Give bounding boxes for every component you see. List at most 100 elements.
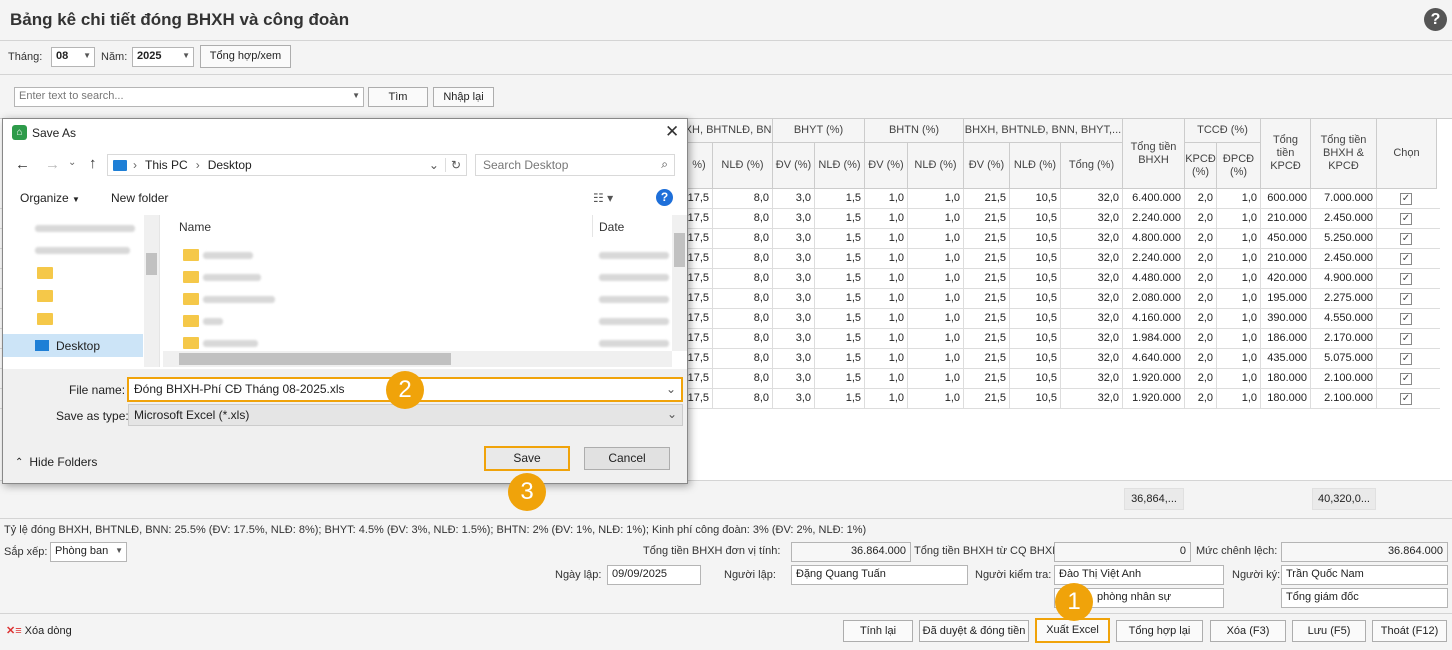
table-cell: 17,5 bbox=[686, 309, 713, 329]
table-cell: 10,5 bbox=[1010, 209, 1061, 229]
list-hscrollbar[interactable] bbox=[163, 351, 672, 367]
reset-button[interactable]: Nhập lại bbox=[433, 87, 494, 107]
export-excel-button[interactable]: Xuất Excel bbox=[1035, 618, 1110, 643]
file-date bbox=[599, 252, 669, 259]
table-cell: 1,0 bbox=[865, 249, 908, 269]
breadcrumb-sep-icon: › bbox=[133, 158, 137, 172]
save-main-button[interactable]: Lưu (F5) bbox=[1292, 620, 1366, 642]
sort-select[interactable]: Phòng ban ▼ bbox=[50, 542, 127, 562]
table-cell: 1,0 bbox=[908, 329, 964, 349]
nav-item[interactable] bbox=[35, 247, 145, 254]
column-name[interactable]: Name bbox=[179, 220, 211, 234]
table-cell: 1,0 bbox=[865, 349, 908, 369]
year-select[interactable]: 2025 ▼ bbox=[132, 47, 194, 67]
table-cell: 8,0 bbox=[713, 389, 773, 409]
view-options-icon[interactable]: ☷ ▾ bbox=[593, 191, 613, 205]
delete-button[interactable]: Xóa (F3) bbox=[1210, 620, 1286, 642]
delete-row-link[interactable]: ✕≡ Xóa dòng bbox=[6, 624, 72, 638]
table-cell: 1.920.000 bbox=[1123, 369, 1185, 389]
chevron-down-icon[interactable]: ⌄ bbox=[68, 157, 76, 168]
column-date[interactable]: Date bbox=[599, 220, 624, 234]
divider bbox=[0, 40, 1452, 41]
back-arrow-icon[interactable]: ← bbox=[15, 156, 30, 173]
scrollbar-thumb[interactable] bbox=[674, 233, 685, 267]
address-bar[interactable]: › This PC › Desktop ⌄ ↻ bbox=[107, 154, 467, 176]
table-cell: 3,0 bbox=[773, 349, 815, 369]
find-button[interactable]: Tìm bbox=[368, 87, 428, 107]
table-cell: 210.000 bbox=[1261, 249, 1311, 269]
chevron-down-icon[interactable]: ⌄ bbox=[429, 158, 439, 172]
month-select[interactable]: 08 ▼ bbox=[51, 47, 95, 67]
date-field[interactable]: 09/09/2025 bbox=[607, 565, 701, 585]
refresh-icon[interactable]: ↻ bbox=[444, 158, 466, 172]
list-vscrollbar[interactable] bbox=[672, 215, 687, 351]
table-cell: 3,0 bbox=[773, 229, 815, 249]
search-desktop-input[interactable]: Search Desktop ⌕ bbox=[475, 154, 675, 176]
table-cell: 450.000 bbox=[1261, 229, 1311, 249]
signer-title-field[interactable]: Tổng giám đốc bbox=[1281, 588, 1448, 608]
table-cell: 4.800.000 bbox=[1123, 229, 1185, 249]
table-cell: 10,5 bbox=[1010, 189, 1061, 209]
file-item[interactable] bbox=[203, 252, 253, 259]
up-arrow-icon[interactable]: ↑ bbox=[89, 155, 97, 172]
summarize-view-button[interactable]: Tổng hợp/xem bbox=[200, 45, 291, 68]
organize-menu[interactable]: Organize ▼ bbox=[20, 191, 80, 205]
help-icon[interactable]: ? bbox=[1424, 8, 1447, 31]
checker-field[interactable]: Đào Thị Việt Anh bbox=[1054, 565, 1224, 585]
file-item[interactable] bbox=[203, 274, 261, 281]
table-cell: 1,0 bbox=[908, 349, 964, 369]
select-checkbox[interactable]: ✓ bbox=[1400, 293, 1412, 305]
exit-button[interactable]: Thoát (F12) bbox=[1372, 620, 1447, 642]
table-cell: 32,0 bbox=[1061, 309, 1123, 329]
save-type-value: Microsoft Excel (*.xls) bbox=[134, 408, 250, 422]
file-item[interactable] bbox=[203, 318, 223, 325]
nav-item[interactable] bbox=[35, 225, 145, 232]
table-cell: 4.900.000 bbox=[1311, 269, 1377, 289]
nav-scrollbar[interactable] bbox=[144, 215, 159, 367]
save-button[interactable]: Save bbox=[484, 446, 570, 471]
approved-paid-button[interactable]: Đã duyệt & đóng tiền bbox=[919, 620, 1029, 642]
search-input[interactable]: Enter text to search... ▼ bbox=[14, 87, 364, 107]
forward-arrow-icon[interactable]: → bbox=[45, 156, 60, 173]
new-folder-button[interactable]: New folder bbox=[111, 191, 168, 205]
recalc-button[interactable]: Tính lại bbox=[843, 620, 913, 642]
breadcrumb-desktop[interactable]: Desktop bbox=[208, 158, 252, 172]
select-checkbox[interactable]: ✓ bbox=[1400, 373, 1412, 385]
breadcrumb-this-pc[interactable]: This PC bbox=[145, 158, 188, 172]
select-checkbox[interactable]: ✓ bbox=[1400, 273, 1412, 285]
table-cell: 10,5 bbox=[1010, 289, 1061, 309]
file-item[interactable] bbox=[203, 296, 275, 303]
header-kpcd: KPCĐ (%) bbox=[1185, 143, 1217, 189]
chevron-down-icon[interactable]: ⌄ bbox=[666, 382, 676, 396]
signer-field[interactable]: Trần Quốc Nam bbox=[1281, 565, 1448, 585]
table-cell: 180.000 bbox=[1261, 389, 1311, 409]
select-checkbox[interactable]: ✓ bbox=[1400, 393, 1412, 405]
select-checkbox[interactable]: ✓ bbox=[1400, 353, 1412, 365]
file-item[interactable] bbox=[203, 340, 258, 347]
hide-folders-toggle[interactable]: ⌃ Hide Folders bbox=[15, 455, 97, 469]
scrollbar-thumb[interactable] bbox=[146, 253, 157, 275]
select-checkbox[interactable]: ✓ bbox=[1400, 253, 1412, 265]
table-cell: 5.250.000 bbox=[1311, 229, 1377, 249]
help-icon[interactable]: ? bbox=[656, 189, 673, 206]
resummarize-button[interactable]: Tổng hợp lại bbox=[1116, 620, 1203, 642]
close-icon[interactable]: ✕ bbox=[665, 122, 679, 142]
table-cell: 2,0 bbox=[1185, 369, 1217, 389]
table-cell: 3,0 bbox=[773, 189, 815, 209]
table-cell: 10,5 bbox=[1010, 269, 1061, 289]
select-checkbox[interactable]: ✓ bbox=[1400, 313, 1412, 325]
select-checkbox[interactable]: ✓ bbox=[1400, 233, 1412, 245]
select-checkbox[interactable]: ✓ bbox=[1400, 333, 1412, 345]
table-cell: 4.640.000 bbox=[1123, 349, 1185, 369]
table-cell: 8,0 bbox=[713, 189, 773, 209]
search-placeholder: Enter text to search... bbox=[19, 90, 124, 102]
chevron-down-icon: ▼ bbox=[352, 91, 360, 100]
agency-total-field[interactable]: 0 bbox=[1054, 542, 1191, 562]
divider bbox=[0, 613, 1452, 614]
select-checkbox[interactable]: ✓ bbox=[1400, 193, 1412, 205]
select-checkbox[interactable]: ✓ bbox=[1400, 213, 1412, 225]
cancel-button[interactable]: Cancel bbox=[584, 447, 670, 470]
maker-field[interactable]: Đặng Quang Tuấn bbox=[791, 565, 968, 585]
nav-item-desktop[interactable]: Desktop bbox=[3, 334, 143, 357]
scrollbar-thumb[interactable] bbox=[179, 353, 451, 365]
